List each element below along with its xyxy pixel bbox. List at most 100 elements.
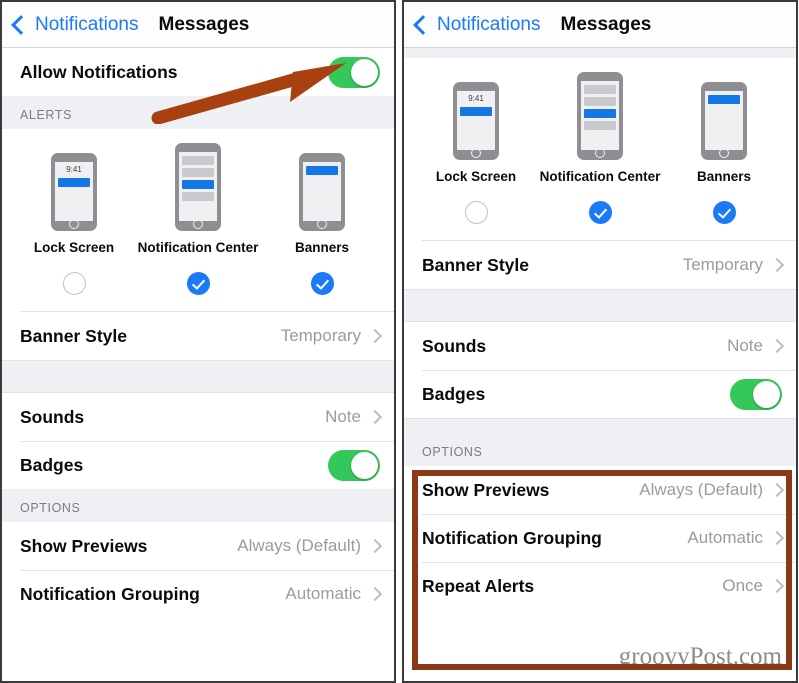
row-badges[interactable]: Badges: [2, 441, 394, 489]
row-label: Sounds: [422, 335, 487, 356]
page-title: Messages: [560, 13, 652, 35]
back-button[interactable]: Notifications: [413, 13, 541, 36]
section-header-alerts: ALERTS: [2, 96, 394, 129]
alert-style-picker: 9:41 Lock Screen Notification Center Ban…: [404, 58, 796, 241]
navigation-bar: Notifications Messages: [404, 2, 796, 48]
toggle-knob: [351, 451, 378, 479]
left-phone-screen: Notifications Messages Allow Notificatio…: [0, 0, 396, 683]
chevron-right-icon: [769, 482, 785, 498]
allow-notifications-toggle[interactable]: [328, 56, 380, 88]
lock-screen-phone-icon: 9:41: [453, 82, 499, 160]
alert-style-selectors: [404, 184, 796, 240]
row-banner-style[interactable]: Banner Style Temporary: [2, 312, 394, 360]
section-header-options: OPTIONS: [2, 489, 394, 522]
right-phone-screen: Notifications Messages ALERTS 9:41: [402, 0, 798, 683]
row-label: Badges: [422, 383, 486, 404]
row-notification-grouping[interactable]: Notification Grouping Automatic: [2, 570, 394, 618]
selector-cell[interactable]: [137, 272, 260, 295]
alert-style-picker: 9:41 Lock Screen Notification Center Ban…: [2, 129, 394, 312]
row-label: Notification Grouping: [422, 527, 602, 548]
back-button-label: Notifications: [35, 13, 139, 35]
banners-phone-icon: [299, 153, 345, 231]
row-value: Automatic: [285, 584, 361, 603]
selector-cell[interactable]: [261, 272, 384, 295]
selector-cell[interactable]: [13, 272, 136, 295]
radio-lock-screen[interactable]: [62, 272, 86, 295]
toggle-knob: [753, 380, 780, 408]
alert-style-label: Notification Center: [539, 169, 661, 184]
alert-style-notification-center[interactable]: Notification Center: [137, 143, 260, 255]
row-control: Automatic: [687, 528, 785, 548]
row-notification-grouping[interactable]: Notification Grouping Automatic: [404, 514, 796, 562]
row-control: Temporary: [281, 326, 383, 346]
chevron-right-icon: [367, 538, 383, 554]
radio-notification-center[interactable]: [588, 201, 612, 224]
settings-list: ALERTS 9:41 Lock Screen: [404, 36, 796, 610]
row-label: Badges: [20, 454, 84, 475]
row-control: Always (Default): [237, 536, 383, 556]
radio-banners[interactable]: [310, 272, 334, 295]
row-value: Always (Default): [237, 536, 361, 555]
row-control: [328, 449, 380, 481]
row-value: Automatic: [687, 528, 763, 547]
alert-style-lock-screen[interactable]: 9:41 Lock Screen: [13, 153, 136, 255]
radio-banners[interactable]: [712, 201, 736, 224]
selector-cell[interactable]: [415, 201, 538, 224]
toggle-knob: [351, 58, 378, 86]
row-value: Note: [325, 407, 361, 426]
section-gap: [404, 289, 796, 322]
banners-phone-icon: [701, 82, 747, 160]
row-control: [328, 56, 380, 88]
back-button[interactable]: Notifications: [11, 13, 139, 36]
section-gap: [404, 418, 796, 433]
row-show-previews[interactable]: Show Previews Always (Default): [2, 522, 394, 570]
row-control: Always (Default): [639, 480, 785, 500]
alert-style-label: Banners: [696, 169, 752, 184]
alert-style-label: Notification Center: [137, 240, 259, 255]
alert-style-previews: 9:41 Lock Screen Notification Center Ban…: [404, 72, 796, 184]
badges-toggle[interactable]: [730, 378, 782, 410]
chevron-right-icon: [769, 338, 785, 354]
screenshot-pair: Notifications Messages Allow Notificatio…: [0, 0, 799, 683]
navigation-bar: Notifications Messages: [2, 2, 394, 48]
row-control: Temporary: [682, 255, 785, 275]
chevron-right-icon: [769, 257, 785, 273]
chevron-right-icon: [367, 328, 383, 344]
row-value: Temporary: [682, 255, 763, 274]
alert-style-lock-screen[interactable]: 9:41 Lock Screen: [415, 82, 538, 184]
chevron-right-icon: [769, 578, 785, 594]
radio-notification-center[interactable]: [186, 272, 210, 295]
notification-center-phone-icon: [577, 72, 623, 160]
row-value: Note: [727, 336, 763, 355]
row-control: Once: [722, 576, 785, 596]
row-repeat-alerts[interactable]: Repeat Alerts Once: [404, 562, 796, 610]
badges-toggle[interactable]: [328, 449, 380, 481]
row-badges[interactable]: Badges: [404, 370, 796, 418]
lock-screen-time: 9:41: [66, 165, 82, 174]
row-label: Notification Grouping: [20, 583, 200, 604]
alert-style-banners[interactable]: Banners: [663, 82, 786, 184]
lock-screen-time: 9:41: [468, 94, 484, 103]
back-button-label: Notifications: [437, 13, 541, 35]
alert-style-label: Banners: [294, 240, 350, 255]
selector-cell[interactable]: [663, 201, 786, 224]
alert-style-label: Lock Screen: [435, 169, 517, 184]
selector-cell[interactable]: [539, 201, 662, 224]
row-sounds[interactable]: Sounds Note: [2, 393, 394, 441]
row-label: Repeat Alerts: [422, 575, 535, 596]
chevron-right-icon: [367, 409, 383, 425]
row-control: Note: [325, 407, 383, 427]
row-sounds[interactable]: Sounds Note: [404, 322, 796, 370]
row-show-previews[interactable]: Show Previews Always (Default): [404, 466, 796, 514]
chevron-left-icon: [11, 14, 31, 35]
row-value: Once: [722, 576, 763, 595]
row-banner-style[interactable]: Banner Style Temporary: [404, 241, 796, 289]
row-control: Note: [727, 336, 785, 356]
alert-style-banners[interactable]: Banners: [261, 153, 384, 255]
page-title: Messages: [158, 13, 250, 35]
chevron-right-icon: [769, 530, 785, 546]
radio-lock-screen[interactable]: [464, 201, 488, 224]
alert-style-notification-center[interactable]: Notification Center: [539, 72, 662, 184]
row-label: Sounds: [20, 406, 85, 427]
row-allow-notifications[interactable]: Allow Notifications: [2, 48, 394, 96]
